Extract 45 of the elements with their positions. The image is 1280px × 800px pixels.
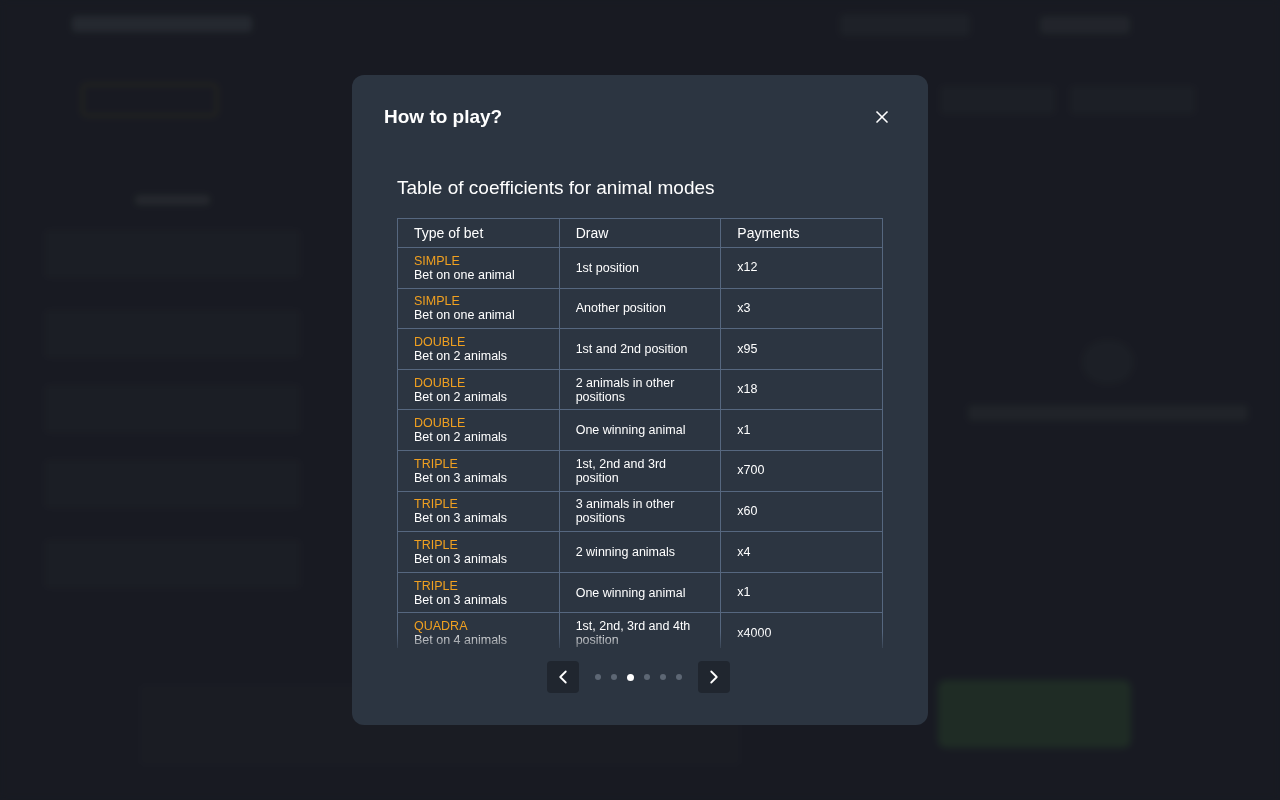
bet-mode: SIMPLE	[414, 294, 461, 309]
bet-mode: DOUBLE	[414, 335, 467, 349]
table-cell: 2 animals in other positions	[559, 369, 721, 410]
bet-description: Bet on 4 animals	[414, 633, 509, 648]
column-header: Payments	[720, 218, 883, 248]
table-cell: 3 animals in other positions	[559, 491, 721, 532]
column-header: Draw	[559, 218, 721, 248]
table-cell: x4	[720, 531, 883, 573]
bet-description: Bet on 2 animals	[414, 430, 509, 445]
table-cell: x12	[720, 247, 883, 289]
table-cell: x60	[720, 491, 883, 532]
bet-description: Bet on 2 animals	[414, 389, 509, 404]
table-cell: x1	[720, 409, 883, 451]
section-title: Table of coefficients for animal modes	[397, 175, 716, 200]
table-cell: 1st position	[559, 247, 721, 289]
bet-mode: TRIPLE	[414, 456, 459, 471]
bet-description: Bet on 3 animals	[414, 592, 509, 607]
bet-mode: TRIPLE	[414, 497, 459, 512]
bet-description: Bet on one animal	[414, 267, 516, 282]
bet-mode: DOUBLE	[414, 416, 467, 431]
table-cell: One winning animal	[559, 409, 721, 451]
table-cell: 1st and 2nd position	[559, 328, 721, 370]
bet-description: Bet on 3 animals	[414, 551, 509, 566]
table-cell: x3	[720, 288, 883, 329]
table-cell: Another position	[559, 288, 721, 329]
table-cell: One winning animal	[559, 572, 721, 613]
table-cell: x18	[720, 369, 883, 410]
bet-mode: SIMPLE	[414, 253, 461, 268]
bet-mode: QUADRA	[414, 619, 469, 634]
table-cell: 2 winning animals	[559, 531, 721, 573]
bet-mode: TRIPLE	[414, 578, 459, 593]
bet-mode: DOUBLE	[414, 375, 467, 390]
table-cell: x700	[720, 450, 883, 492]
next-button[interactable]	[698, 661, 730, 693]
table-cell: x1	[720, 572, 883, 613]
column-header: Type of bet	[397, 218, 560, 248]
bet-description: Bet on one animal	[414, 308, 516, 323]
bet-description: Bet on 3 animals	[414, 511, 509, 526]
bet-description: Bet on 2 animals	[414, 349, 509, 363]
table-cell: x95	[720, 328, 883, 370]
bet-description: Bet on 3 animals	[414, 470, 509, 485]
previous-button[interactable]	[547, 661, 579, 693]
modal-title: How to play?	[384, 105, 503, 129]
bet-mode: TRIPLE	[414, 537, 459, 552]
table-cell: 1st, 2nd and 3rd position	[559, 450, 721, 492]
